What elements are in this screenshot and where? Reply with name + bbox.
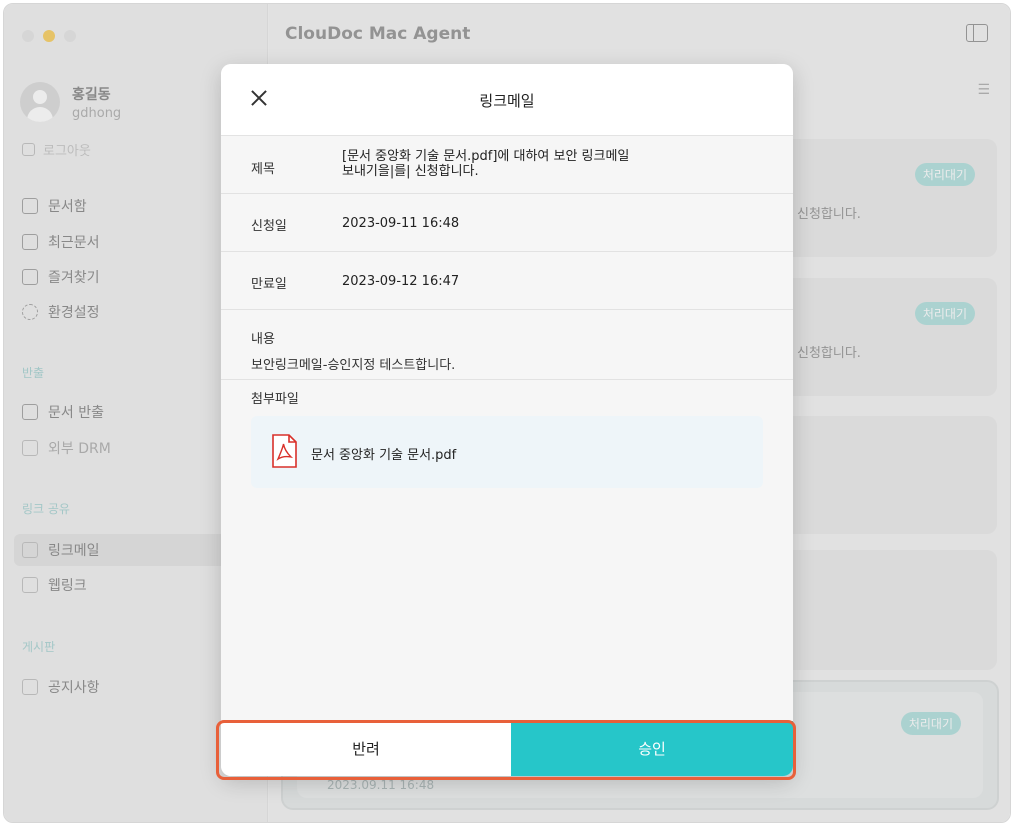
- attachment-file-name: 문서 중앙화 기술 문서.pdf: [311, 448, 457, 463]
- expire-date-label: 만료일: [251, 277, 287, 292]
- subject-label: 제목: [251, 162, 275, 177]
- reject-button[interactable]: 반려: [221, 721, 511, 776]
- attachment-file[interactable]: 문서 중앙화 기술 문서.pdf: [251, 416, 763, 488]
- pdf-file-icon: [272, 434, 297, 468]
- request-date-label: 신청일: [251, 219, 287, 234]
- modal-footer: 반려 승인: [221, 721, 793, 776]
- request-date-value: 2023-09-11 16:48: [342, 216, 460, 231]
- request-date-row: 신청일 2023-09-11 16:48: [221, 194, 793, 252]
- expire-date-row: 만료일 2023-09-12 16:47: [221, 252, 793, 310]
- expire-date-value: 2023-09-12 16:47: [342, 274, 460, 289]
- approve-button[interactable]: 승인: [511, 721, 793, 776]
- content-label: 내용: [251, 332, 275, 347]
- attachment-label: 첨부파일: [251, 392, 299, 407]
- content-row: 내용 보안링크메일-승인지정 테스트합니다.: [221, 310, 793, 380]
- modal-header: 링크메일: [221, 64, 793, 136]
- modal-title: 링크메일: [479, 92, 535, 110]
- linkmail-detail-modal: 링크메일 제목 [문서 중앙화 기술 문서.pdf]에 대하여 보안 링크메일 …: [221, 64, 793, 776]
- content-text: 보안링크메일-승인지정 테스트합니다.: [251, 358, 456, 373]
- subject-value: [문서 중앙화 기술 문서.pdf]에 대하여 보안 링크메일 보내기을|를| …: [342, 149, 630, 179]
- subject-row: 제목 [문서 중앙화 기술 문서.pdf]에 대하여 보안 링크메일 보내기을|…: [221, 136, 793, 194]
